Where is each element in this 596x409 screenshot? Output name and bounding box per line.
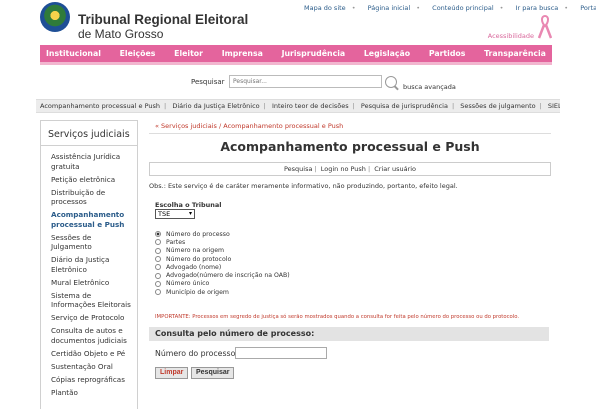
main-content: « Serviços judiciais / Acompanhamento pr…: [149, 118, 551, 409]
sidebar: Serviços judiciais Assistência Jurídica …: [40, 120, 138, 409]
nav-transparencia[interactable]: Transparência: [484, 45, 546, 62]
accessibility-link[interactable]: Acessibilidade: [488, 32, 534, 40]
services-subnav: Acompanhamento processual e Push | Diário…: [36, 99, 560, 113]
option-municipio-origem[interactable]: Município de origem: [155, 288, 290, 296]
subnav-sessoes[interactable]: Sessões de julgamento: [460, 102, 535, 110]
sidebar-item-diario[interactable]: Diário da Justiça Eletrônico: [51, 255, 137, 274]
option-label: Número do protocolo: [166, 255, 232, 263]
top-link-search[interactable]: Ir para busca: [516, 4, 559, 12]
tribunal-label: Escolha o Tribunal: [155, 201, 222, 209]
nav-divider: [40, 62, 552, 65]
radio-button[interactable]: [155, 272, 161, 279]
top-link-home[interactable]: Página inicial: [368, 4, 411, 12]
sidebar-item-mural[interactable]: Mural Eletrônico: [51, 278, 137, 288]
nav-legislacao[interactable]: Legislação: [364, 45, 410, 62]
disclaimer-text: Obs.: Este serviço é de caráter merament…: [149, 182, 458, 190]
radio-button[interactable]: [155, 239, 161, 246]
clear-button[interactable]: Limpar: [155, 367, 189, 379]
sidebar-item-certidao[interactable]: Certidão Objeto e Pé: [51, 349, 137, 359]
breadcrumb[interactable]: « Serviços judiciais / Acompanhamento pr…: [149, 122, 551, 134]
subnav-inteiro-teor[interactable]: Inteiro teor de decisões: [272, 102, 349, 110]
top-link-main-content[interactable]: Conteúdo principal: [432, 4, 494, 12]
option-numero-unico[interactable]: Número único: [155, 280, 290, 288]
sidebar-item-protocolo[interactable]: Serviço de Protocolo: [51, 313, 137, 323]
process-number-label: Número do processo:: [155, 349, 239, 358]
page-title: Acompanhamento processual e Push: [220, 139, 480, 154]
site-header: Tribunal Regional Eleitoral de Mato Gros…: [0, 0, 596, 44]
sidebar-item-copias[interactable]: Cópias reprográficas: [51, 375, 137, 385]
nav-eleitor[interactable]: Eleitor: [174, 45, 203, 62]
option-label: Número do processo: [166, 230, 230, 238]
sidebar-item-plantao[interactable]: Plantão: [51, 388, 137, 398]
radio-button[interactable]: [155, 289, 161, 296]
advanced-search-link[interactable]: busca avançada: [403, 83, 456, 91]
search-icon[interactable]: [385, 76, 397, 88]
option-label: Advogado(número de inscrição na OAB): [166, 272, 290, 280]
option-label: Número único: [166, 280, 210, 288]
sidebar-item-assistencia[interactable]: Assistência Jurídica gratuita: [51, 152, 137, 171]
sidebar-item-acompanhamento[interactable]: Acompanhamento processual e Push: [51, 210, 137, 229]
radio-button[interactable]: [155, 264, 161, 271]
top-link-portal[interactable]: Portal JE: [580, 4, 596, 12]
service-tabs: Pesquisa | Login no Push | Criar usuário: [149, 162, 551, 176]
subnav-diario[interactable]: Diário da Justiça Eletrônico: [172, 102, 259, 110]
radio-button[interactable]: [155, 231, 161, 238]
option-advogado-nome[interactable]: Advogado (nome): [155, 263, 290, 271]
main-nav: Institucional Eleições Eleitor Imprensa …: [40, 45, 552, 62]
sidebar-item-sustentacao[interactable]: Sustentação Oral: [51, 362, 137, 372]
sidebar-item-sessoes[interactable]: Sessões de Julgamento: [51, 233, 137, 252]
radio-button[interactable]: [155, 247, 161, 254]
option-label: Partes: [166, 238, 186, 246]
search-label: Pesquisar: [191, 78, 225, 86]
tab-pesquisa[interactable]: Pesquisa: [284, 165, 313, 173]
search-button[interactable]: Pesquisar: [191, 367, 235, 379]
consulta-heading: Consulta pelo número de processo:: [149, 327, 549, 341]
coat-of-arms-logo[interactable]: [40, 2, 70, 32]
subnav-acompanhamento[interactable]: Acompanhamento processual e Push: [40, 102, 160, 110]
subnav-siel[interactable]: SIEL: [548, 102, 560, 110]
important-notice: IMPORTANTE: Processos em segredo de just…: [155, 314, 520, 320]
top-link-sitemap[interactable]: Mapa do site: [304, 4, 346, 12]
tribunal-select[interactable]: TSE: [155, 209, 195, 219]
sidebar-item-siel[interactable]: Sistema de Informações Eleitorais: [51, 291, 137, 310]
sidebar-item-distribuicao[interactable]: Distribuição de processos: [51, 188, 137, 207]
option-numero-origem[interactable]: Número na origem: [155, 247, 290, 255]
option-numero-processo[interactable]: Número do processo: [155, 230, 290, 238]
radio-button[interactable]: [155, 280, 161, 287]
radio-button[interactable]: [155, 256, 161, 263]
option-advogado-oab[interactable]: Advogado(número de inscrição na OAB): [155, 271, 290, 279]
site-title[interactable]: Tribunal Regional Eleitoral: [78, 12, 248, 27]
top-links: Mapa do site • Página inicial • Conteúdo p…: [300, 4, 596, 12]
tab-criar-usuario[interactable]: Criar usuário: [374, 165, 416, 173]
nav-institucional[interactable]: Institucional: [46, 45, 101, 62]
sidebar-item-peticao[interactable]: Petição eletrônica: [51, 175, 137, 185]
sidebar-title: Serviços judiciais: [41, 121, 137, 146]
subnav-pesquisa-jurisprudencia[interactable]: Pesquisa de jurisprudência: [361, 102, 448, 110]
option-label: Número na origem: [166, 247, 225, 255]
pink-ribbon-icon: [538, 14, 552, 39]
nav-jurisprudencia[interactable]: Jurisprudência: [282, 45, 346, 62]
site-subtitle[interactable]: de Mato Grosso: [78, 27, 163, 41]
option-partes[interactable]: Partes: [155, 238, 290, 246]
option-numero-protocolo[interactable]: Número do protocolo: [155, 255, 290, 263]
sidebar-item-consulta-autos[interactable]: Consulta de autos e documentos judiciais: [51, 326, 137, 345]
search-input[interactable]: [229, 75, 382, 88]
option-label: Advogado (nome): [166, 263, 222, 271]
nav-imprensa[interactable]: Imprensa: [222, 45, 263, 62]
nav-partidos[interactable]: Partidos: [429, 45, 466, 62]
search-type-options: Número do processo Partes Número na orig…: [155, 230, 290, 296]
tribunal-select-value: TSE: [158, 210, 171, 218]
nav-eleicoes[interactable]: Eleições: [120, 45, 156, 62]
option-label: Município de origem: [166, 288, 229, 296]
process-number-input[interactable]: [235, 347, 327, 359]
tab-login-push[interactable]: Login no Push: [321, 165, 366, 173]
